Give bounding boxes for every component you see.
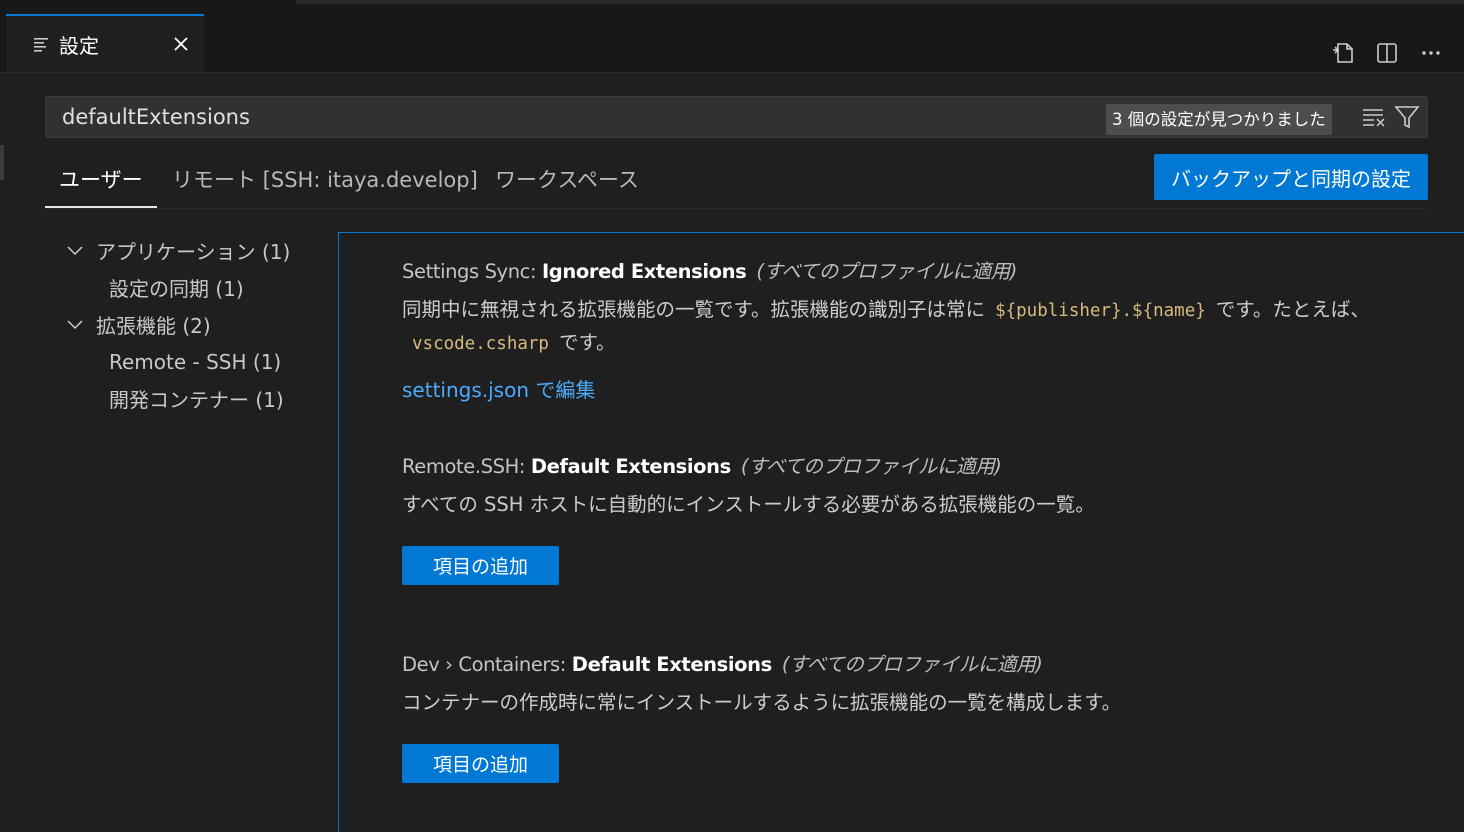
setting-category: Settings Sync: [402, 260, 542, 283]
settings-list: Settings Sync: Ignored Extensions (すべてのプロ… [338, 232, 1464, 832]
clear-filter-icon[interactable] [1361, 105, 1387, 129]
split-editor-icon[interactable] [1374, 40, 1400, 66]
setting-item-remote-ssh-default-extensions: Remote.SSH: Default Extensions (すべてのプロファイ… [402, 450, 1412, 585]
setting-description: 同期中に無視される拡張機能の一覧です。拡張機能の識別子は常に ${publishe… [402, 294, 1412, 360]
filter-icon[interactable] [1394, 104, 1420, 130]
ellipsis-icon[interactable] [1418, 40, 1444, 66]
toc-label: 設定の同期 (1) [109, 277, 244, 301]
setting-name: Default Extensions [571, 653, 772, 676]
toc-label: 開発コンテナー (1) [109, 388, 284, 412]
scope-note: (すべてのプロファイルに適用) [781, 653, 1043, 676]
open-file-icon[interactable] [1330, 40, 1356, 66]
toc-item-dev-containers[interactable]: 開発コンテナー (1) [60, 380, 330, 417]
settings-lines-icon [33, 36, 49, 52]
desc-text: です。 [558, 331, 616, 354]
setting-category: Dev › Containers: [402, 653, 572, 676]
desc-text: です。たとえば、 [1215, 298, 1370, 321]
toc-label: アプリケーション (1) [96, 240, 291, 264]
toc-item-remote-ssh[interactable]: Remote - SSH (1) [60, 343, 330, 380]
setting-description: すべての SSH ホストに自動的にインストールする必要がある拡張機能の一覧。 [402, 493, 1095, 516]
active-tab-underline [45, 206, 157, 208]
settings-tab[interactable]: 設定 [6, 14, 204, 72]
editor-actions [1330, 40, 1444, 66]
tab-user[interactable]: ユーザー [59, 164, 143, 194]
edit-in-settings-json-link[interactable]: settings.json で編集 [402, 374, 1412, 403]
add-item-button[interactable]: 項目の追加 [402, 744, 559, 783]
settings-search-input[interactable]: defaultExtensions 3 個の設定が見つかりました [45, 96, 1428, 138]
title-bar-shadow [295, 0, 1464, 4]
search-query[interactable]: defaultExtensions [62, 105, 250, 129]
add-item-button[interactable]: 項目の追加 [402, 546, 559, 585]
setting-item-ignored-extensions: Settings Sync: Ignored Extensions (すべてのプロ… [402, 255, 1412, 403]
code-publisher-name: ${publisher}.${name} [995, 301, 1206, 321]
setting-title: Dev › Containers: Default Extensions (すべて… [402, 648, 1412, 677]
code-vscode-csharp: vscode.csharp [412, 334, 549, 354]
scope-note: (すべてのプロファイルに適用) [756, 260, 1017, 283]
toc-label: 拡張機能 (2) [96, 314, 211, 338]
close-icon[interactable] [170, 33, 192, 55]
setting-name: Ignored Extensions [541, 260, 747, 283]
editor-tab-bar: 設定 [0, 14, 1464, 73]
toc-item-application[interactable]: アプリケーション (1) [60, 232, 330, 269]
setting-category: Remote.SSH: [402, 455, 531, 478]
setting-description: コンテナーの作成時に常にインストールするように拡張機能の一覧を構成します。 [402, 691, 1122, 714]
title-bar-strip [0, 0, 1464, 14]
result-count-badge: 3 個の設定が見つかりました [1106, 104, 1332, 135]
scope-note: (すべてのプロファイルに適用) [740, 455, 1002, 478]
toc-item-extensions[interactable]: 拡張機能 (2) [60, 306, 330, 343]
sash-indicator [0, 145, 4, 180]
tab-workspace[interactable]: ワークスペース [495, 164, 639, 194]
chevron-down-icon[interactable] [60, 241, 90, 261]
toc-label: Remote - SSH (1) [109, 349, 282, 374]
toc-item-settings-sync[interactable]: 設定の同期 (1) [60, 269, 330, 306]
setting-title: Settings Sync: Ignored Extensions (すべてのプロ… [402, 255, 1412, 284]
setting-item-dev-containers-default-extensions: Dev › Containers: Default Extensions (すべて… [402, 648, 1412, 783]
desc-text: 同期中に無視される拡張機能の一覧です。拡張機能の識別子は常に [402, 298, 986, 321]
tab-remote[interactable]: リモート [SSH: itaya.develop] [172, 164, 478, 194]
chevron-down-icon[interactable] [60, 315, 90, 335]
setting-name: Default Extensions [530, 455, 731, 478]
tab-title: 設定 [59, 33, 99, 58]
backup-sync-button[interactable]: バックアップと同期の設定 [1154, 154, 1428, 200]
setting-title: Remote.SSH: Default Extensions (すべてのプロファイ… [402, 450, 1412, 479]
settings-scope-tabs: ユーザー リモート [SSH: itaya.develop] ワークスペース バ… [45, 150, 1428, 209]
settings-toc: アプリケーション (1) 設定の同期 (1) 拡張機能 (2) Remote -… [60, 232, 330, 417]
